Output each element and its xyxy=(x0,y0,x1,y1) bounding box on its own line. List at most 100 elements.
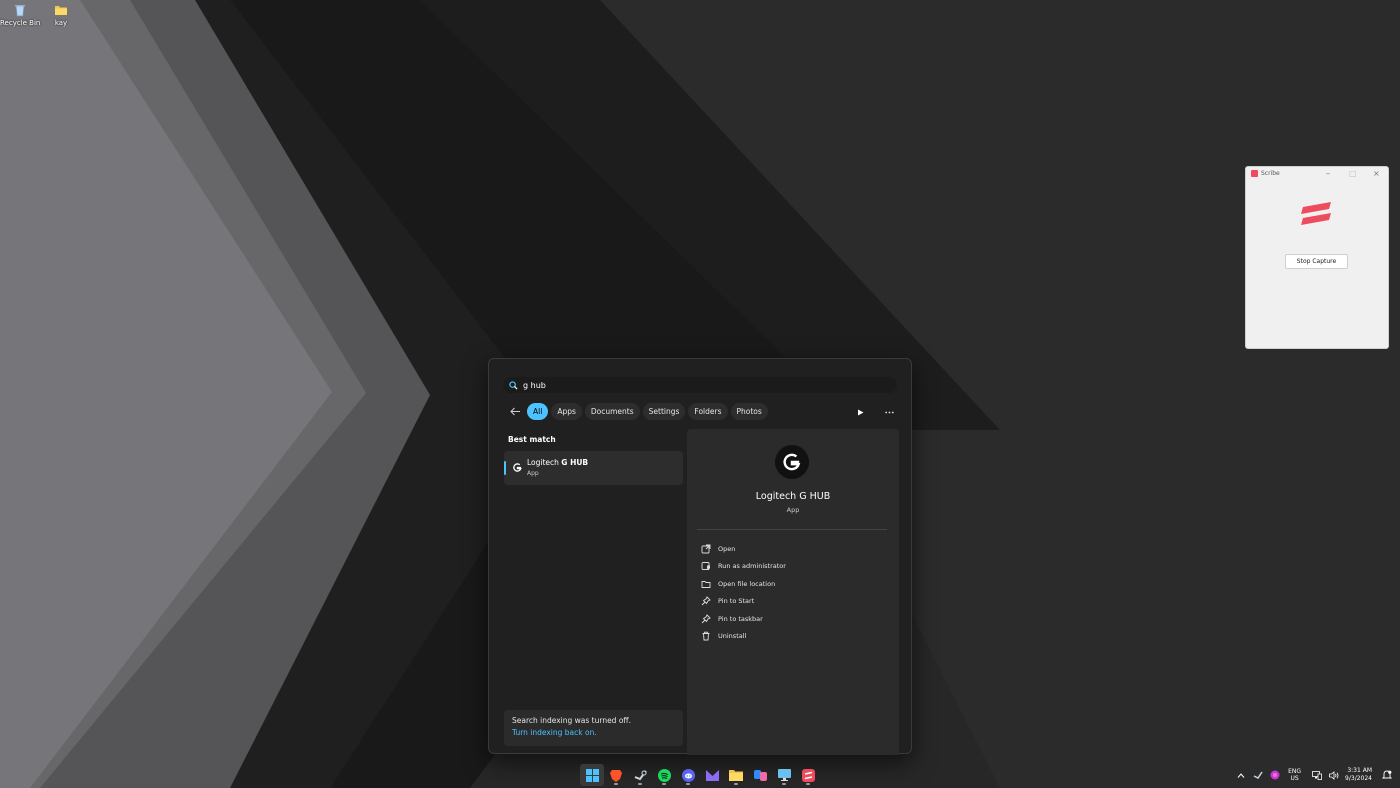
running-indicator xyxy=(782,783,786,785)
discord-icon xyxy=(681,768,695,782)
clock-time: 3:31 AM xyxy=(1347,767,1372,774)
notification-bell-icon xyxy=(1382,770,1392,779)
recycle-bin-icon xyxy=(13,3,27,17)
scribe-app-icon xyxy=(1251,170,1258,177)
selection-indicator xyxy=(504,461,506,475)
taskbar-steam[interactable] xyxy=(628,764,652,786)
minimize-button[interactable]: – xyxy=(1326,169,1330,178)
start-button[interactable] xyxy=(580,764,604,786)
action-run-as-administrator[interactable]: Run as administrator xyxy=(701,558,786,576)
filter-chip-all[interactable]: All xyxy=(527,403,549,420)
action-open-file-location[interactable]: Open file location xyxy=(701,575,786,593)
result-detail-pane: Logitech G HUB App Open Run as administr… xyxy=(687,429,899,755)
action-uninstall[interactable]: Uninstall xyxy=(701,628,786,646)
trash-icon xyxy=(702,632,710,641)
tray-app[interactable] xyxy=(1268,768,1282,782)
spotify-icon xyxy=(657,768,671,782)
input-language-indicator[interactable]: ENG US xyxy=(1288,768,1301,782)
folder-icon xyxy=(701,580,711,588)
folder-icon xyxy=(54,3,68,17)
action-label: Pin to Start xyxy=(718,597,755,606)
best-match-heading: Best match xyxy=(508,435,556,444)
desktop-icon-kay-folder[interactable]: kay xyxy=(41,3,81,27)
taskbar-remote-desktop[interactable] xyxy=(772,764,796,786)
notifications-button[interactable] xyxy=(1380,768,1394,782)
volume-button[interactable] xyxy=(1327,768,1341,782)
more-options-button[interactable] xyxy=(882,405,896,419)
search-box[interactable] xyxy=(503,377,897,393)
scribe-titlebar[interactable]: Scribe – □ × xyxy=(1246,167,1388,181)
play-button[interactable] xyxy=(853,405,867,419)
result-name-prefix: Logitech xyxy=(527,458,562,467)
show-hidden-icons-button[interactable] xyxy=(1234,768,1248,782)
taskbar-spotify[interactable] xyxy=(652,764,676,786)
network-button[interactable] xyxy=(1310,768,1324,782)
action-label: Open file location xyxy=(718,579,776,588)
filter-chip-documents[interactable]: Documents xyxy=(584,403,640,420)
filter-chip-folders[interactable]: Folders xyxy=(688,403,728,420)
running-indicator xyxy=(614,783,618,785)
filter-chip-apps[interactable]: Apps xyxy=(551,403,582,420)
detail-title: Logitech G HUB xyxy=(755,491,831,502)
action-label: Run as administrator xyxy=(718,562,786,571)
search-input[interactable] xyxy=(523,380,823,390)
tray-steam[interactable] xyxy=(1251,768,1265,782)
scribe-window: Scribe – □ × Stop Capture xyxy=(1245,166,1389,349)
result-name-bold: G HUB xyxy=(561,458,589,467)
open-external-icon xyxy=(701,544,711,554)
filter-chip-photos[interactable]: Photos xyxy=(730,403,768,420)
more-dots-icon xyxy=(884,411,894,413)
taskbar-copilot[interactable] xyxy=(748,764,772,786)
pin-icon xyxy=(701,613,711,624)
action-open[interactable]: Open xyxy=(701,540,786,558)
taskbar-discord[interactable] xyxy=(676,764,700,786)
desktop-icon-recycle-bin[interactable]: Recycle Bin xyxy=(0,3,40,27)
taskbar-proton-mail[interactable] xyxy=(700,764,724,786)
indexing-notice: Search indexing was turned off. Turn ind… xyxy=(504,710,683,746)
shield-admin-icon xyxy=(701,562,710,571)
running-indicator xyxy=(686,783,690,785)
indexing-notice-text: Search indexing was turned off. xyxy=(512,716,631,725)
action-pin-to-start[interactable]: Pin to Start xyxy=(701,593,786,611)
desktop-icon-label: kay xyxy=(54,19,68,27)
taskbar-clock[interactable]: 3:31 AM 9/3/2024 xyxy=(1345,767,1372,783)
scribe-icon xyxy=(801,768,815,782)
clock-date: 9/3/2024 xyxy=(1345,775,1372,782)
running-indicator xyxy=(638,783,642,785)
stop-capture-button[interactable]: Stop Capture xyxy=(1285,254,1348,269)
action-pin-to-taskbar[interactable]: Pin to taskbar xyxy=(701,610,786,628)
taskbar-scribe[interactable] xyxy=(796,764,820,786)
maximize-button[interactable]: □ xyxy=(1349,169,1357,178)
back-button[interactable] xyxy=(507,404,523,420)
pin-icon xyxy=(701,596,711,606)
scribe-logo-icon xyxy=(1301,202,1331,225)
close-button[interactable]: × xyxy=(1373,169,1380,178)
taskbar-brave[interactable] xyxy=(604,764,628,786)
running-indicator xyxy=(806,783,810,785)
app-logo xyxy=(775,445,809,479)
action-list: Open Run as administrator Open file loca… xyxy=(701,540,786,645)
steam-icon xyxy=(1253,771,1263,779)
filter-chip-settings[interactable]: Settings xyxy=(642,403,686,420)
result-type: App xyxy=(527,470,539,477)
scribe-window-title: Scribe xyxy=(1261,170,1280,177)
desktop-icon-label: Recycle Bin xyxy=(0,19,41,27)
lang-line-2: US xyxy=(1290,775,1299,782)
divider xyxy=(697,529,887,530)
lang-line-1: ENG xyxy=(1288,768,1302,775)
logitech-g-icon xyxy=(513,463,522,472)
turn-indexing-on-link[interactable]: Turn indexing back on. xyxy=(512,728,675,737)
best-match-result[interactable]: Logitech G HUB App xyxy=(504,451,683,485)
taskbar-file-explorer[interactable] xyxy=(724,764,748,786)
speaker-icon xyxy=(1328,770,1338,780)
action-label: Open xyxy=(718,544,736,553)
result-name: Logitech G HUB xyxy=(527,458,588,467)
windows-start-icon xyxy=(585,768,599,782)
taskbar-apps xyxy=(580,764,820,786)
network-icon xyxy=(1312,770,1322,780)
running-indicator xyxy=(734,783,738,785)
file-explorer-icon xyxy=(729,770,743,781)
proton-mail-icon xyxy=(705,769,719,781)
windows-search-panel: All Apps Documents Settings Folders Phot… xyxy=(488,358,912,755)
remote-desktop-icon xyxy=(777,769,791,781)
